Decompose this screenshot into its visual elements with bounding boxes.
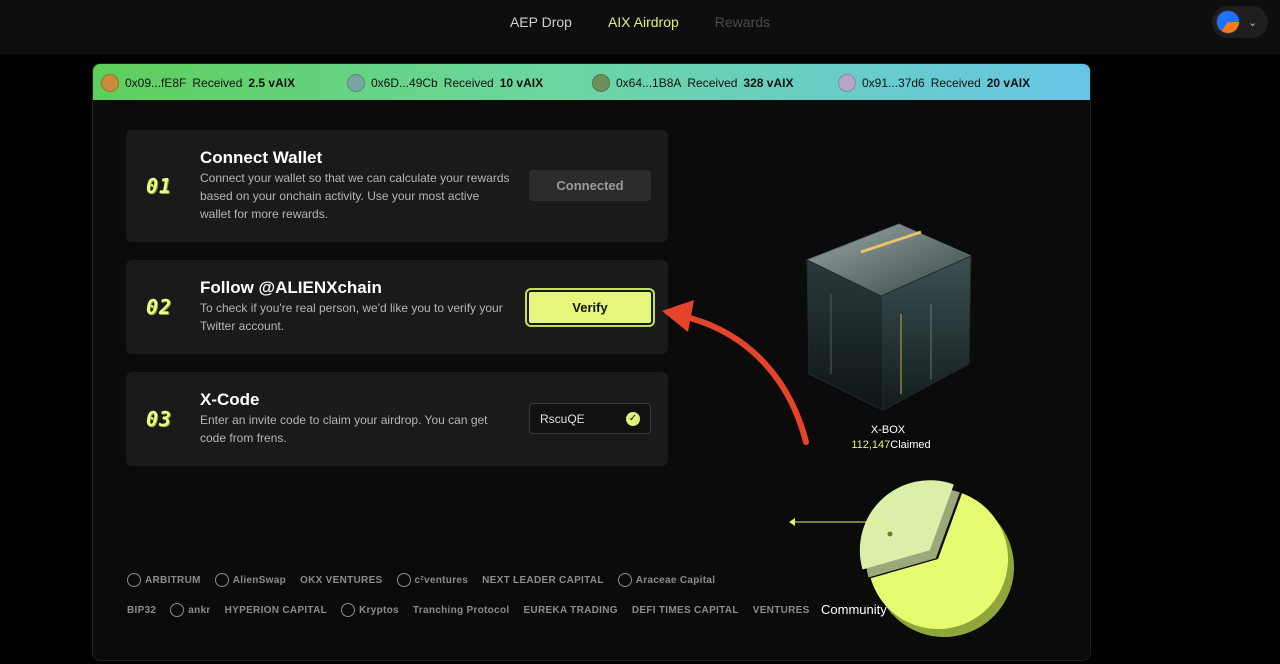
ticker-amount: 10 vAIX — [499, 76, 544, 90]
step-number: 02 — [146, 295, 173, 319]
pie-slice — [859, 480, 954, 570]
step-title: Connect Wallet — [200, 148, 323, 167]
invite-code-value: RscuQE — [540, 411, 585, 426]
avatar — [347, 74, 365, 92]
partner-logo: BIP32 — [127, 604, 157, 616]
step-description: To check if you're real person, we'd lik… — [200, 301, 503, 333]
step-card-connect-wallet: 01 Connect Wallet Connect your wallet so… — [126, 130, 668, 242]
verify-button[interactable]: Verify — [527, 290, 653, 325]
ticker-address: 0x09...fE8F — [125, 76, 187, 90]
partner-logo: Tranching Protocol — [412, 604, 510, 616]
nav-aep-drop[interactable]: AEP Drop — [492, 0, 590, 44]
pie-slice-shadow — [865, 488, 960, 578]
claims-ticker: 0x09...fE8F Received 2.5 vAIX 0x6D...49C… — [93, 64, 1090, 100]
step-number: 01 — [146, 174, 173, 198]
partner-logo: Kryptos — [341, 603, 399, 617]
chevron-down-icon: ⌄ — [1248, 16, 1258, 29]
partner-logo: c²ventures — [396, 573, 469, 587]
nav-rewards[interactable]: Rewards — [697, 0, 788, 44]
partner-logo: EUREKA TRADING — [523, 604, 618, 616]
avatar — [592, 74, 610, 92]
pie-leader-dot — [887, 531, 893, 537]
avatar — [838, 74, 856, 92]
ticker-item: 0x91...37d6 Received 20 vAIX — [838, 73, 1030, 93]
partner-logo: HYPERION CAPITAL — [224, 604, 328, 616]
partner-logo: Araceae Capital — [617, 573, 716, 587]
ticker-amount: 328 vAIX — [743, 76, 794, 90]
ticker-text: Received — [443, 76, 494, 90]
ticker-address: 0x64...1B8A — [616, 76, 682, 90]
invite-code-field[interactable]: RscuQE ✓ — [529, 403, 651, 434]
partner-logo: ARBITRUM — [127, 573, 201, 587]
partner-logo: NEXT LEADER CAPITAL — [482, 574, 604, 586]
xbox-illustration — [805, 223, 973, 411]
wallet-avatar — [1216, 10, 1240, 34]
ticker-address: 0x91...37d6 — [862, 76, 925, 90]
pie-leader-line — [795, 521, 890, 535]
pie-annotation-value: 65% — [877, 579, 902, 593]
ticker-amount: 20 vAIX — [986, 76, 1031, 90]
xbox-label: X-BOX — [870, 424, 906, 436]
partners-row: BIP32 ankr HYPERION CAPITAL Kryptos Tran… — [127, 596, 809, 624]
partners-logos: ARBITRUM AlienSwap OKX VENTURES c²ventur… — [127, 566, 809, 626]
xbox-claimed: 112,147Claimed — [831, 439, 951, 451]
claimed-text: Claimed — [890, 439, 931, 451]
ticker-amount: 2.5 vAIX — [248, 76, 296, 90]
pie-annotation-label: Community Rewards — [821, 602, 942, 617]
claimed-count: 112,147 — [851, 439, 891, 451]
partner-logo: AlienSwap — [214, 573, 286, 587]
airdrop-panel: 0x09...fE8F Received 2.5 vAIX 0x6D...49C… — [92, 63, 1091, 661]
pie-leader-arrow — [789, 518, 795, 526]
wallet-menu[interactable]: ⌄ — [1212, 6, 1268, 38]
avatar — [101, 74, 119, 92]
partner-logo: ankr — [170, 603, 210, 617]
step-card-follow: 02 Follow @ALIENXchain To check if you'r… — [126, 260, 668, 354]
ticker-text: Received — [930, 76, 981, 90]
partner-logo: DEFI TIMES CAPITAL — [631, 604, 739, 616]
step-description: Enter an invite code to claim your airdr… — [200, 413, 488, 445]
ticker-text: Received — [687, 76, 738, 90]
top-bar: AEP Drop AIX Airdrop Rewards ⌄ — [0, 0, 1280, 54]
ticker-item: 0x09...fE8F Received 2.5 vAIX — [101, 73, 295, 93]
check-icon: ✓ — [626, 411, 640, 426]
nav-aix-airdrop[interactable]: AIX Airdrop — [590, 0, 697, 44]
partner-logo: VENTURES — [752, 604, 810, 616]
step-title: X-Code — [200, 390, 260, 409]
connected-button[interactable]: Connected — [529, 170, 651, 201]
ticker-item: 0x6D...49Cb Received 10 vAIX — [347, 73, 543, 93]
ticker-address: 0x6D...49Cb — [371, 76, 438, 90]
step-card-x-code: 03 X-Code Enter an invite code to claim … — [126, 372, 668, 466]
ticker-item: 0x64...1B8A Received 328 vAIX — [592, 73, 793, 93]
step-number: 03 — [146, 407, 173, 431]
partner-logo: OKX VENTURES — [300, 574, 383, 586]
step-description: Connect your wallet so that we can calcu… — [200, 171, 510, 221]
ticker-text: Received — [192, 76, 243, 90]
main-nav: AEP Drop AIX Airdrop Rewards — [0, 0, 1280, 44]
partners-row: ARBITRUM AlienSwap OKX VENTURES c²ventur… — [127, 566, 715, 594]
step-title: Follow @ALIENXchain — [200, 278, 382, 297]
